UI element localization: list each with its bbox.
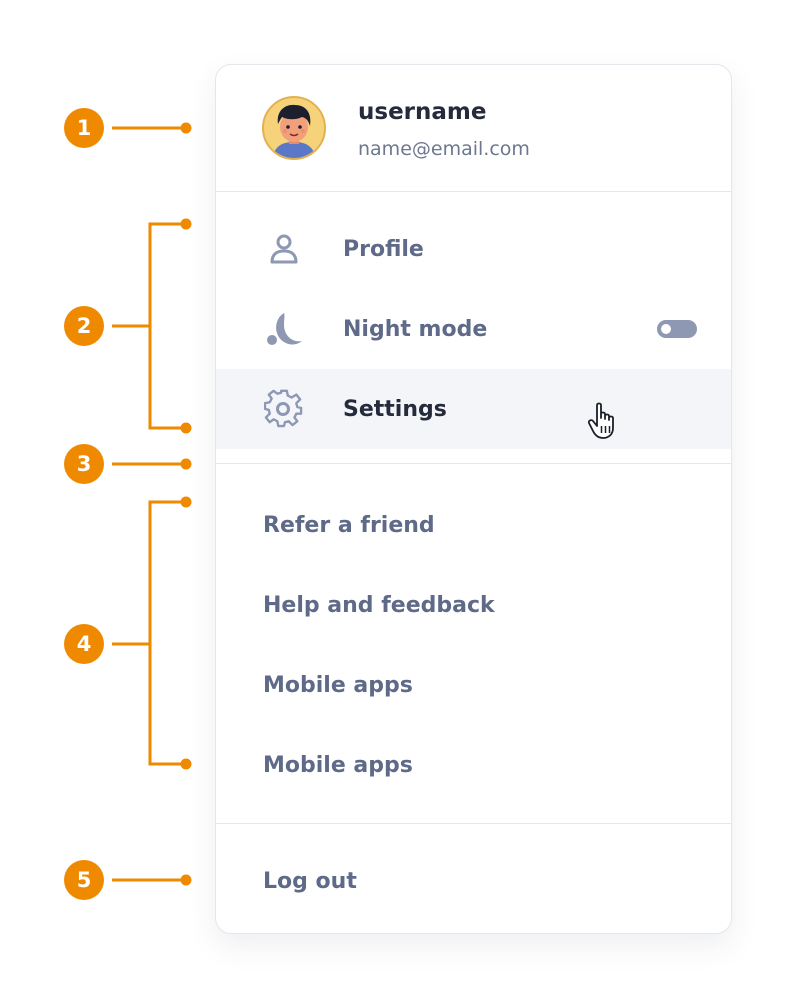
avatar[interactable] (262, 96, 326, 160)
menu-item-label: Log out (263, 868, 357, 894)
divider (216, 191, 731, 192)
annotation-badge-2: 2 (64, 306, 104, 346)
menu-item-refer-friend[interactable]: Refer a friend (216, 485, 731, 565)
menu-item-log-out[interactable]: Log out (216, 841, 731, 921)
menu-item-label: Help and feedback (263, 592, 495, 618)
annotation-badge-5: 5 (64, 860, 104, 900)
menu-item-label: Profile (343, 236, 424, 262)
menu-item-profile[interactable]: Profile (216, 209, 731, 289)
person-icon (264, 229, 304, 269)
annotation-badge-4: 4 (64, 624, 104, 664)
menu-item-mobile-apps-2[interactable]: Mobile apps (216, 725, 731, 805)
moon-icon (264, 309, 304, 349)
menu-item-settings[interactable]: Settings (216, 369, 731, 449)
divider (216, 463, 731, 464)
annotation-badge-1: 1 (64, 108, 104, 148)
user-dropdown-menu: username name@email.com Profile Night mo… (215, 64, 732, 934)
menu-item-label: Mobile apps (263, 672, 413, 698)
menu-item-mobile-apps[interactable]: Mobile apps (216, 645, 731, 725)
user-header: username name@email.com (216, 65, 731, 191)
menu-item-label: Settings (343, 396, 447, 422)
toggle-knob (661, 324, 671, 334)
annotation-badge-3: 3 (64, 444, 104, 484)
gear-icon (264, 389, 304, 429)
user-email: name@email.com (358, 138, 530, 160)
menu-item-label: Mobile apps (263, 752, 413, 778)
menu-item-help-feedback[interactable]: Help and feedback (216, 565, 731, 645)
menu-item-label: Night mode (343, 316, 488, 342)
divider (216, 823, 731, 824)
username: username (358, 99, 487, 125)
hand-pointer-cursor-icon (588, 402, 614, 439)
menu-item-label: Refer a friend (263, 512, 435, 538)
menu-item-night-mode[interactable]: Night mode (216, 289, 731, 369)
night-mode-toggle[interactable] (657, 320, 697, 338)
